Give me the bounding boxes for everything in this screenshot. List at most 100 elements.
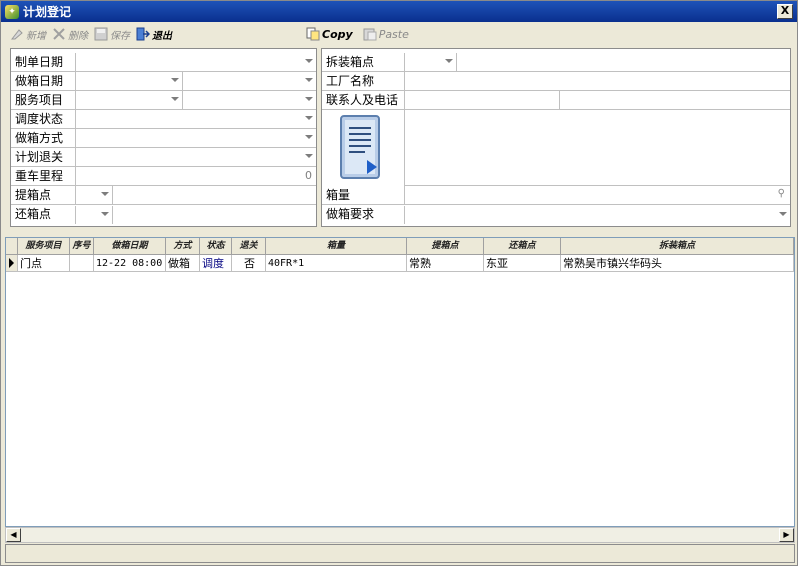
dispatch-status-field[interactable] [75,110,316,128]
notes-area[interactable] [404,110,790,186]
box-date-field[interactable] [75,72,182,90]
new-button[interactable]: 新增 [7,24,49,44]
status-bar [5,544,795,563]
box-qty-label: 箱量 [326,187,351,202]
col-header[interactable]: 方式 [166,238,200,255]
heavy-mileage-label: 重车里程 [15,168,64,183]
form-right-panel: 拆装箱点 工厂名称 联系人及电话 箱量 ⚲ 做箱要求 [321,48,791,227]
box-requirement-label: 做箱要求 [326,207,375,221]
col-header[interactable]: 序号 [70,238,94,255]
service-item-row: 服务项目 [11,91,316,110]
unpack-point-field[interactable] [456,53,790,71]
copy-label: Copy [322,27,353,41]
chevron-down-icon [445,59,453,63]
delete-label: 删除 [68,30,88,42]
return-point-select[interactable] [75,205,112,224]
cell-unpack-point[interactable]: 常熟吴市镇兴华码头 [561,255,794,272]
plan-customs-row: 计划退关 [11,148,316,167]
pickup-point-select[interactable] [75,186,112,204]
box-date-row: 做箱日期 [11,72,316,91]
col-header[interactable]: 还箱点 [484,238,561,255]
toolbar: 新增 删除 保存 退出 Copy Paste [1,23,797,45]
copy-button[interactable]: Copy [303,24,356,44]
pickup-point-field[interactable] [112,186,316,204]
col-header[interactable]: 做箱日期 [94,238,166,255]
col-header[interactable]: 服务项目 [18,238,70,255]
search-icon[interactable]: ⚲ [778,188,785,199]
chevron-down-icon [171,97,179,101]
horizontal-scrollbar[interactable]: ◀ ▶ [5,527,795,543]
cell-box-qty[interactable]: 40FR*1 [266,255,407,272]
col-header[interactable]: 拆装箱点 [561,238,794,255]
chevron-down-icon [305,116,313,120]
contact-phone-field[interactable] [559,91,790,109]
close-button[interactable]: X [777,4,793,19]
col-header[interactable]: 箱量 [266,238,407,255]
scroll-left-button[interactable]: ◀ [6,528,21,542]
unpack-point-row: 拆装箱点 [322,53,790,72]
col-header[interactable]: 提箱点 [407,238,484,255]
exit-button[interactable]: 退出 [133,24,175,44]
unpack-point-select[interactable] [404,53,456,71]
chevron-down-icon [305,78,313,82]
box-time-field[interactable] [182,72,316,90]
chevron-down-icon [101,211,109,216]
new-icon [10,27,24,41]
save-button[interactable]: 保存 [91,24,133,44]
box-method-row: 做箱方式 [11,129,316,148]
box-qty-field[interactable]: ⚲ [404,186,790,204]
pickup-point-row: 提箱点 [11,186,316,205]
cell-customs[interactable]: 否 [232,255,266,272]
save-icon [94,27,108,41]
plan-customs-field[interactable] [75,148,316,166]
factory-name-field[interactable] [404,72,790,90]
document-icon [339,114,383,182]
chevron-down-icon [171,78,179,82]
order-date-field[interactable] [75,53,316,71]
paste-button[interactable]: Paste [360,24,412,44]
contact-name-field[interactable] [404,91,559,109]
col-header[interactable]: 状态 [200,238,232,255]
app-icon: ✦ [5,4,19,19]
service-item-sub-field[interactable] [182,91,316,109]
service-item-label: 服务项目 [15,92,64,107]
chevron-down-icon [305,97,313,101]
contact-label: 联系人及电话 [326,92,399,107]
window-title: 计划登记 [23,5,72,19]
copy-icon [306,27,320,41]
factory-name-row: 工厂名称 [322,72,790,91]
chevron-down-icon [305,154,313,158]
table-row[interactable]: 门点 12-22 08:00 做箱 调度 否 40FR*1 常熟 东亚 常熟吴市… [6,255,794,272]
cell-return-point[interactable]: 东亚 [484,255,561,272]
scroll-right-button[interactable]: ▶ [779,528,794,542]
dispatch-status-label: 调度状态 [15,111,64,126]
return-point-field[interactable] [112,205,316,224]
cell-seq[interactable] [70,255,94,272]
cell-box-date[interactable]: 12-22 08:00 [94,255,166,272]
cell-method[interactable]: 做箱 [166,255,200,272]
heavy-mileage-field[interactable]: 0 [75,167,316,185]
plan-grid[interactable]: 服务项目 序号 做箱日期 方式 状态 退关 箱量 提箱点 还箱点 拆装箱点 门点… [5,237,795,527]
order-date-label: 制单日期 [15,54,64,69]
box-requirement-field[interactable] [404,205,790,224]
exit-icon [136,27,151,41]
contact-row: 联系人及电话 [322,91,790,110]
form-left-panel: 制单日期 做箱日期 服务项目 调度状态 做箱方式 计划退关 重车里程 0 提箱点… [10,48,317,227]
cell-status[interactable]: 调度 [200,255,232,272]
cell-pickup-point[interactable]: 常熟 [407,255,484,272]
cell-service-item[interactable]: 门点 [18,255,70,272]
new-label: 新增 [26,30,46,42]
box-method-field[interactable] [75,129,316,147]
col-header[interactable]: 退关 [232,238,266,255]
factory-name-label: 工厂名称 [326,73,375,88]
delete-button[interactable]: 删除 [49,24,91,44]
box-date-label: 做箱日期 [15,73,64,88]
pickup-point-label: 提箱点 [15,187,52,202]
service-item-field[interactable] [75,91,182,109]
paste-icon [363,27,377,41]
return-point-row: 还箱点 [11,205,316,224]
box-method-label: 做箱方式 [15,130,64,145]
chevron-down-icon [305,135,313,139]
dispatch-status-row: 调度状态 [11,110,316,129]
chevron-down-icon [101,192,109,196]
